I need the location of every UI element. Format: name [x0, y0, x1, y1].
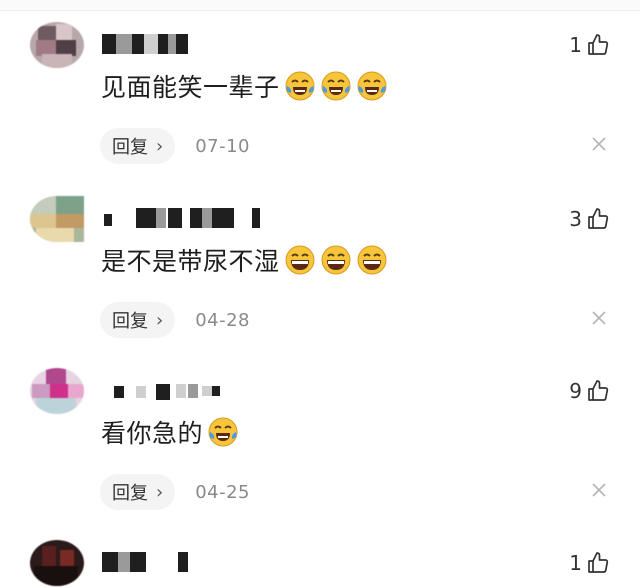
comment-date: 04-25: [195, 481, 251, 503]
crying-laughing-emoji-icon: [285, 71, 315, 101]
close-icon[interactable]: [590, 309, 608, 327]
reply-label: 回复: [112, 137, 148, 158]
like-count: 9: [569, 379, 582, 403]
thumbs-up-icon: [588, 208, 609, 229]
comment-meta: 回复 › 04-28: [100, 302, 250, 338]
comment-date: 04-28: [195, 309, 251, 331]
grinning-emoji-icon: [285, 245, 315, 275]
thumbs-up-icon: [588, 34, 609, 55]
comment-item: 3 是不是带尿不湿 回复 › 04-28: [0, 196, 640, 346]
crying-laughing-emoji-icon: [208, 417, 238, 447]
reply-label: 回复: [112, 311, 148, 332]
comment-item: 9 看你急的 回复 › 04-25: [0, 368, 640, 518]
crying-laughing-emoji-icon: [321, 71, 351, 101]
chevron-right-icon: ›: [156, 481, 164, 503]
user-avatar[interactable]: [30, 540, 84, 586]
comment-item: 1: [0, 540, 640, 588]
like-button[interactable]: 1: [569, 548, 610, 578]
reply-label: 回复: [112, 483, 148, 504]
comment-date: 07-10: [195, 135, 251, 157]
comment-text-content: 是不是带尿不湿: [101, 247, 280, 276]
user-avatar[interactable]: [30, 196, 84, 242]
like-button[interactable]: 1: [569, 30, 610, 60]
chevron-right-icon: ›: [156, 135, 164, 157]
like-count: 1: [569, 33, 582, 57]
reply-button[interactable]: 回复 ›: [100, 128, 176, 164]
top-divider: [0, 0, 640, 11]
reply-button[interactable]: 回复 ›: [100, 474, 176, 510]
grinning-emoji-icon: [321, 245, 351, 275]
comment-item: 1 见面能笑一辈子 回复 › 07-10: [0, 22, 640, 172]
grinning-emoji-icon: [357, 245, 387, 275]
close-icon[interactable]: [590, 481, 608, 499]
crying-laughing-emoji-icon: [357, 71, 387, 101]
chevron-right-icon: ›: [156, 309, 164, 331]
comment-text: 看你急的: [101, 414, 239, 450]
comment-text: 见面能笑一辈子: [101, 68, 388, 104]
thumbs-up-icon: [588, 380, 609, 401]
comment-text: 是不是带尿不湿: [101, 242, 388, 278]
comment-meta: 回复 › 04-25: [100, 474, 250, 510]
like-count: 1: [569, 551, 582, 575]
close-icon[interactable]: [590, 135, 608, 153]
comment-meta: 回复 › 07-10: [100, 128, 250, 164]
user-avatar[interactable]: [30, 368, 84, 414]
like-button[interactable]: 3: [569, 204, 610, 234]
thumbs-up-icon: [588, 552, 609, 573]
reply-button[interactable]: 回复 ›: [100, 302, 176, 338]
comment-text-content: 看你急的: [101, 419, 204, 448]
user-avatar[interactable]: [30, 22, 84, 68]
like-button[interactable]: 9: [569, 376, 610, 406]
like-count: 3: [569, 207, 582, 231]
comment-text-content: 见面能笑一辈子: [101, 73, 280, 102]
